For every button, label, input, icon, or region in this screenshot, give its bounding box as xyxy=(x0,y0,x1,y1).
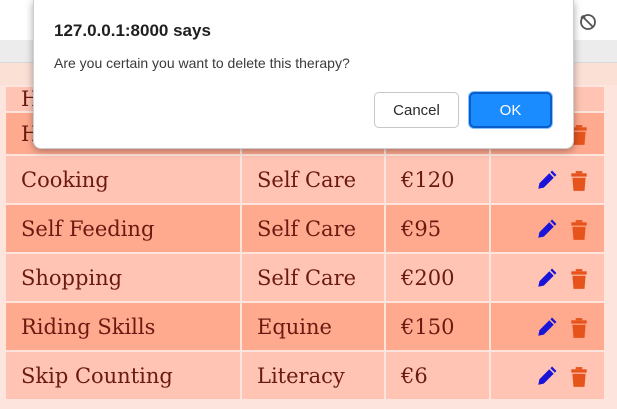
table-row: Self Feeding Self Care €95 xyxy=(4,203,606,254)
cancel-button[interactable]: Cancel xyxy=(374,92,459,128)
dialog-message: Are you certain you want to delete this … xyxy=(54,55,350,71)
row-actions xyxy=(489,154,606,205)
confirm-dialog: 127.0.0.1:8000 says Are you certain you … xyxy=(33,0,574,149)
row-actions xyxy=(489,301,606,352)
pencil-icon[interactable] xyxy=(535,366,557,388)
table-row: Cooking Self Care €120 xyxy=(4,154,606,205)
therapy-name: Shopping xyxy=(4,252,242,303)
row-actions xyxy=(489,203,606,254)
therapy-price: €6 xyxy=(384,350,491,401)
row-actions xyxy=(489,252,606,303)
therapy-price: €150 xyxy=(384,301,491,352)
ok-button[interactable]: OK xyxy=(469,92,552,128)
pencil-icon[interactable] xyxy=(535,219,557,241)
therapy-name: Riding Skills xyxy=(4,301,242,352)
table-row: Riding Skills Equine €150 xyxy=(4,301,606,352)
dialog-title: 127.0.0.1:8000 says xyxy=(54,21,211,40)
row-actions xyxy=(489,350,606,401)
trash-icon[interactable] xyxy=(568,219,590,241)
therapy-category: Equine xyxy=(240,301,386,352)
table-row: Shopping Self Care €200 xyxy=(4,252,606,303)
therapy-price: €120 xyxy=(384,154,491,205)
trash-icon[interactable] xyxy=(568,268,590,290)
trash-icon[interactable] xyxy=(568,366,590,388)
therapy-name: Cooking xyxy=(4,154,242,205)
therapy-category: Self Care xyxy=(240,154,386,205)
trash-icon[interactable] xyxy=(568,317,590,339)
therapy-name: Self Feeding xyxy=(4,203,242,254)
pencil-icon[interactable] xyxy=(535,170,557,192)
therapy-category: Self Care xyxy=(240,252,386,303)
therapy-category: Literacy xyxy=(240,350,386,401)
trash-icon[interactable] xyxy=(568,170,590,192)
sync-icon[interactable] xyxy=(578,12,598,32)
table-row: Skip Counting Literacy €6 xyxy=(4,350,606,401)
pencil-icon[interactable] xyxy=(535,268,557,290)
therapy-price: €95 xyxy=(384,203,491,254)
therapy-price: €200 xyxy=(384,252,491,303)
therapy-category: Self Care xyxy=(240,203,386,254)
pencil-icon[interactable] xyxy=(535,317,557,339)
therapy-name: Skip Counting xyxy=(4,350,242,401)
